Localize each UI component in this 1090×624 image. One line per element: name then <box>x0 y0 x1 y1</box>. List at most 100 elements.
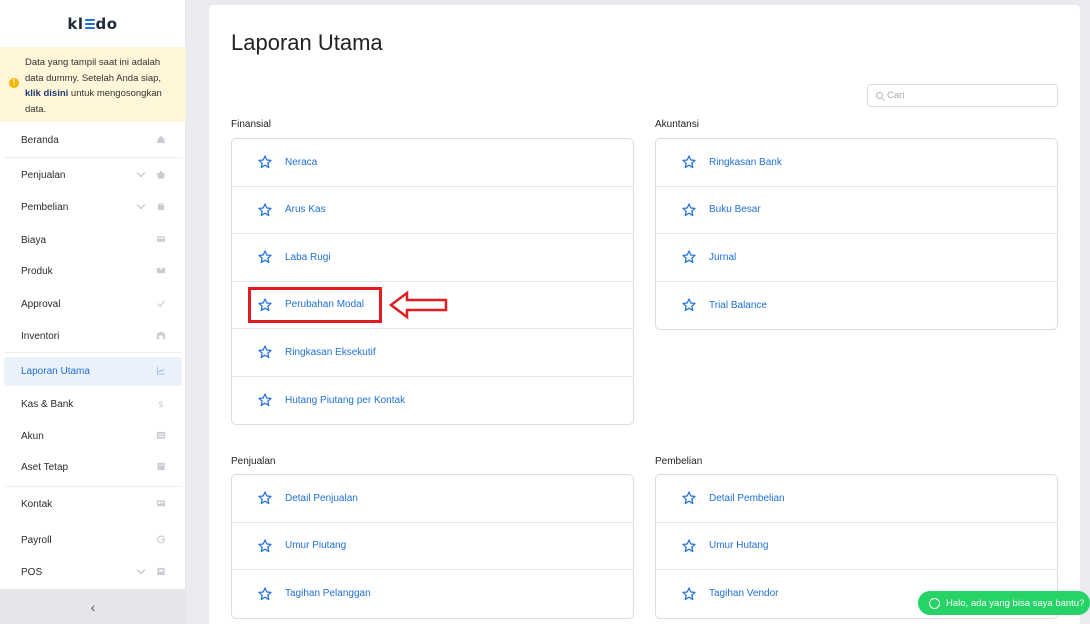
star-icon[interactable] <box>258 345 272 359</box>
notice-text-1: Data yang tampil saat ini adalah data du… <box>25 57 162 84</box>
report-link-label: Umur Piutang <box>285 540 347 552</box>
sidebar-item-label: Akun <box>21 431 44 442</box>
report-link-hutang-piutang-per-kontak[interactable]: Hutang Piutang per Kontak <box>232 377 633 425</box>
star-icon[interactable] <box>258 539 272 553</box>
sidebar-item-aset-tetap[interactable]: Aset Tetap <box>4 453 182 482</box>
sidebar-item-label: Approval <box>21 299 61 310</box>
star-icon[interactable] <box>258 587 272 601</box>
dollar-icon: $ <box>158 400 164 408</box>
sidebar-item-biaya[interactable]: Biaya <box>4 226 182 255</box>
sidebar-item-laporan-utama[interactable]: Laporan Utama <box>4 357 182 386</box>
report-link-laba-rugi[interactable]: Laba Rugi <box>232 234 633 282</box>
svg-text:$: $ <box>158 400 164 408</box>
pos-icon <box>157 567 165 576</box>
sidebar-item-kas-bank[interactable]: Kas & Bank $ <box>4 390 182 419</box>
sidebar-item-label: Produk <box>21 266 53 277</box>
report-link-label: Detail Penjualan <box>285 492 358 504</box>
report-link-ringkasan-bank[interactable]: Ringkasan Bank <box>656 139 1057 187</box>
sidebar-item-payroll[interactable]: Payroll <box>4 526 182 555</box>
report-link-umur-hutang[interactable]: Umur Hutang <box>656 523 1057 570</box>
report-link-detail-penjualan[interactable]: Detail Penjualan <box>232 475 633 523</box>
section-title-finansial: Finansial <box>231 119 272 130</box>
home-icon <box>157 135 165 144</box>
report-link-label: Hutang Piutang per Kontak <box>285 394 406 406</box>
star-icon[interactable] <box>682 203 696 217</box>
whatsapp-chat-button[interactable]: Halo, ada yang bisa saya bantu? <box>918 591 1090 615</box>
report-link-label: Ringkasan Eksekutif <box>285 346 376 358</box>
sidebar-item-penjualan[interactable]: Penjualan <box>4 161 182 190</box>
sidebar-item-pos[interactable]: POS <box>4 558 182 587</box>
report-link-trial-balance[interactable]: Trial Balance <box>656 282 1057 330</box>
warehouse-icon <box>156 331 166 340</box>
sidebar-item-kontak[interactable]: Kontak <box>4 490 182 519</box>
sidebar-divider <box>4 486 182 487</box>
report-link-jurnal[interactable]: Jurnal <box>656 234 1057 282</box>
star-icon[interactable] <box>682 587 696 601</box>
highlight-box <box>248 287 382 323</box>
chevron-left-icon: ‹ <box>90 598 96 615</box>
sidebar: kl do ! Data yang tampil saat ini adalah … <box>0 0 186 624</box>
star-icon[interactable] <box>682 250 696 264</box>
report-link-buku-besar[interactable]: Buku Besar <box>656 187 1057 234</box>
sidebar-item-label: Pembelian <box>21 202 69 213</box>
star-icon[interactable] <box>682 539 696 553</box>
star-icon[interactable] <box>682 155 696 169</box>
sidebar-item-produk[interactable]: Produk <box>4 257 182 286</box>
info-icon: ! <box>9 78 19 88</box>
sidebar-item-label: Beranda <box>21 135 59 146</box>
report-link-label: Detail Pembelian <box>709 492 785 504</box>
sidebar-item-label: POS <box>21 567 43 578</box>
basket-icon <box>156 170 166 179</box>
sidebar-item-beranda[interactable]: Beranda <box>4 126 182 155</box>
section-title-penjualan: Penjualan <box>231 456 276 467</box>
search-placeholder: Cari <box>887 90 905 101</box>
star-icon[interactable] <box>258 250 272 264</box>
star-icon[interactable] <box>682 298 696 312</box>
card-akuntansi: Ringkasan Bank Buku Besar Jurnal Trial Bala… <box>655 138 1058 330</box>
star-icon[interactable] <box>682 491 696 505</box>
report-link-label: Laba Rugi <box>285 251 331 263</box>
building-icon <box>157 462 165 471</box>
report-link-umur-piutang[interactable]: Umur Piutang <box>232 523 633 570</box>
star-icon[interactable] <box>258 155 272 169</box>
sidebar-item-label: Kas & Bank <box>21 399 74 410</box>
kledo-logo[interactable]: kl do <box>0 0 185 47</box>
report-link-label: Buku Besar <box>709 204 761 216</box>
clear-data-link[interactable]: klik disini <box>25 88 68 99</box>
report-link-label: Jurnal <box>709 251 737 263</box>
sidebar-divider <box>4 157 182 158</box>
star-icon[interactable] <box>258 203 272 217</box>
report-link-detail-pembelian[interactable]: Detail Pembelian <box>656 475 1057 523</box>
sidebar-item-pembelian[interactable]: Pembelian <box>4 193 182 222</box>
report-link-neraca[interactable]: Neraca <box>232 139 633 187</box>
report-link-label: Trial Balance <box>709 299 767 311</box>
logo-e-icon <box>84 18 95 29</box>
chevron-down-icon <box>136 565 146 575</box>
report-link-label: Arus Kas <box>285 204 326 216</box>
page-title: Laporan Utama <box>231 30 383 55</box>
report-link-tagihan-pelanggan[interactable]: Tagihan Pelanggan <box>232 570 633 618</box>
section-title-akuntansi: Akuntansi <box>655 119 699 130</box>
search-input[interactable]: Cari <box>867 84 1058 107</box>
chat-label: Halo, ada yang bisa saya bantu? <box>946 597 1085 609</box>
section-title-pembelian: Pembelian <box>655 456 703 467</box>
card-finansial: Neraca Arus Kas Laba Rugi Perubahan Modal Ri… <box>231 138 634 425</box>
sidebar-item-approval[interactable]: Approval <box>4 290 182 319</box>
star-icon[interactable] <box>258 491 272 505</box>
check-icon <box>156 300 166 308</box>
star-icon[interactable] <box>258 393 272 407</box>
collapse-sidebar-button[interactable]: ‹ <box>0 589 186 624</box>
sidebar-item-label: Payroll <box>21 535 52 546</box>
search-icon <box>876 92 883 99</box>
sidebar-item-label: Kontak <box>21 499 53 510</box>
chart-icon <box>156 366 165 375</box>
sidebar-item-inventori[interactable]: Inventori <box>4 322 182 351</box>
bag-icon <box>157 202 165 211</box>
sidebar-item-label: Inventori <box>21 331 60 342</box>
sidebar-item-akun[interactable]: Akun <box>4 422 182 451</box>
sidebar-item-label: Laporan Utama <box>21 366 90 377</box>
report-link-arus-kas[interactable]: Arus Kas <box>232 187 633 234</box>
report-link-ringkasan-eksekutif[interactable]: Ringkasan Eksekutif <box>232 329 633 377</box>
sidebar-item-label: Penjualan <box>21 170 66 181</box>
ledger-icon <box>156 431 166 439</box>
